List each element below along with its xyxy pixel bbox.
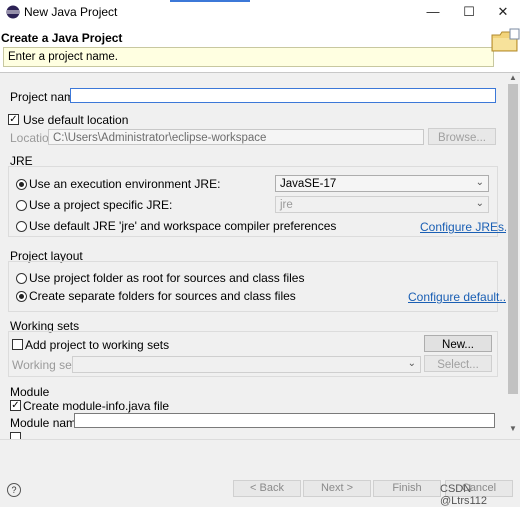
watermark-text: CSDN @Ltrs112 [440, 483, 488, 507]
wizard-title: Create a Java Project [1, 31, 123, 45]
create-module-info-label: Create module-info.java file [23, 399, 170, 413]
browse-button[interactable]: Browse... [428, 128, 496, 145]
create-module-info-checkbox[interactable]: ✓ [10, 400, 21, 411]
jre-execution-env-combo[interactable]: JavaSE-17 ⌄ [275, 175, 489, 192]
layout-separate-folders-radio[interactable] [16, 291, 27, 302]
layout-project-root-label: Use project folder as root for sources a… [29, 271, 305, 285]
select-working-sets-button[interactable]: Select... [424, 355, 492, 372]
close-button[interactable]: ✕ [486, 0, 520, 24]
jre-execution-env-label: Use an execution environment JRE: [29, 177, 221, 191]
jre-project-specific-value: jre [280, 199, 293, 211]
project-layout-group [8, 261, 498, 312]
wizard-message: Enter a project name. [3, 47, 494, 67]
next-button[interactable]: Next > [303, 480, 371, 497]
location-input[interactable]: C:\Users\Administrator\eclipse-workspace [48, 129, 424, 145]
minimize-button[interactable]: — [416, 0, 450, 24]
jre-execution-env-radio[interactable] [16, 179, 27, 190]
add-to-working-sets-label: Add project to working sets [25, 338, 170, 352]
working-sets-combo[interactable]: ⌄ [72, 356, 421, 373]
jre-project-specific-label: Use a project specific JRE: [29, 198, 173, 212]
jre-default-radio[interactable] [16, 221, 27, 232]
project-name-input[interactable] [70, 88, 496, 103]
jre-project-specific-combo[interactable]: jre ⌄ [275, 196, 489, 213]
new-working-set-button[interactable]: New... [424, 335, 492, 352]
jre-execution-env-value: JavaSE-17 [280, 178, 337, 190]
configure-jres-link[interactable]: Configure JREs... [420, 220, 506, 234]
eclipse-app-icon [6, 5, 20, 19]
add-to-working-sets-checkbox[interactable] [12, 339, 23, 350]
chevron-down-icon: ⌄ [475, 198, 484, 209]
configure-default-link[interactable]: Configure default... [408, 290, 506, 304]
chevron-down-icon: ⌄ [475, 177, 484, 188]
jre-project-specific-radio[interactable] [16, 200, 27, 211]
help-icon[interactable]: ? [7, 483, 21, 497]
window-title: New Java Project [24, 5, 118, 19]
wizard-content: Project name: ✓ Use default location Loc… [0, 73, 506, 439]
use-default-location-checkbox[interactable]: ✓ [8, 114, 19, 125]
maximize-button[interactable]: ☐ [452, 0, 486, 24]
chevron-down-icon: ⌄ [407, 358, 416, 369]
back-button[interactable]: < Back [233, 480, 301, 497]
finish-button[interactable]: Finish [373, 480, 441, 497]
scroll-down-arrow-icon[interactable]: ▼ [506, 424, 520, 436]
module-name-input[interactable] [74, 413, 495, 428]
use-default-location-label: Use default location [23, 113, 129, 127]
scrollbar-thumb[interactable] [508, 84, 518, 394]
module-group-title: Module [10, 385, 50, 399]
partial-hidden-checkbox[interactable] [10, 432, 21, 439]
layout-project-root-radio[interactable] [16, 273, 27, 284]
jre-default-label: Use default JRE 'jre' and workspace comp… [29, 219, 337, 233]
layout-separate-folders-label: Create separate folders for sources and … [29, 289, 296, 303]
new-project-folder-icon [491, 28, 520, 52]
title-accent-strip [170, 0, 250, 2]
